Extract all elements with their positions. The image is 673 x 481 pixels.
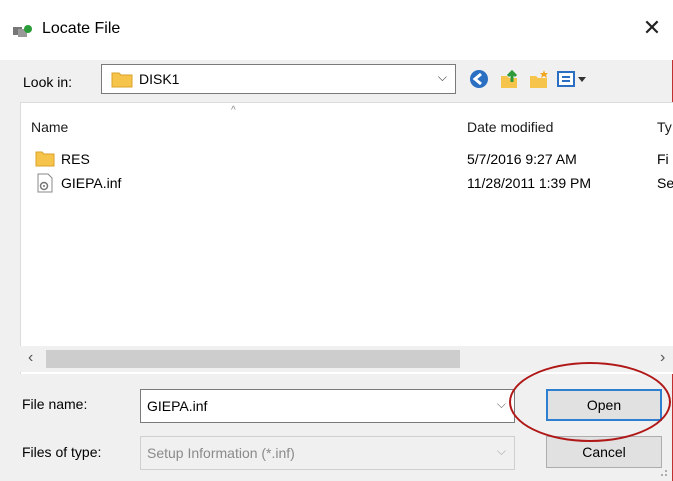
file-name-label: File name:	[22, 396, 88, 412]
new-folder-icon[interactable]	[528, 68, 550, 90]
file-name-cell: GIEPA.inf	[61, 175, 122, 191]
chevron-down-icon: ⌵	[437, 70, 447, 84]
back-icon[interactable]	[468, 68, 490, 90]
file-list[interactable]: ^ Name Date modified Ty RES 5/7/2016 9:2…	[20, 102, 673, 374]
column-header-date-modified[interactable]: Date modified	[467, 119, 553, 135]
file-name-value: GIEPA.inf	[147, 398, 208, 414]
view-menu-icon[interactable]	[556, 68, 588, 90]
file-type-cell: Se	[657, 175, 673, 191]
file-name-input[interactable]: GIEPA.inf ⌵	[140, 389, 515, 423]
open-button[interactable]: Open	[546, 389, 662, 421]
resize-grip-icon[interactable]	[658, 467, 668, 477]
window-title: Locate File	[42, 20, 121, 37]
horizontal-scrollbar[interactable]: ‹ ›	[20, 346, 673, 372]
look-in-label: Look in:	[23, 74, 73, 90]
up-folder-icon[interactable]	[498, 68, 520, 90]
file-type-label: Files of type:	[22, 444, 102, 460]
look-in-value: DISK1	[139, 71, 180, 87]
app-icon	[13, 25, 32, 37]
look-in-dropdown[interactable]: DISK1 ⌵	[101, 64, 456, 94]
title-bar: Locate File ✕	[0, 0, 673, 60]
file-date-cell: 11/28/2011 1:39 PM	[467, 175, 592, 191]
chevron-down-icon: ⌵	[496, 444, 506, 458]
locate-file-dialog: Locate File ✕ Look in: DISK1 ⌵ ^ Name Da…	[0, 0, 673, 481]
setup-file-icon	[37, 173, 53, 193]
file-type-value: Setup Information (*.inf)	[147, 445, 295, 461]
scroll-left-icon[interactable]: ‹	[28, 349, 33, 367]
file-name-cell: RES	[61, 151, 90, 167]
list-item[interactable]: GIEPA.inf 11/28/2011 1:39 PM Se	[21, 172, 673, 194]
file-date-cell: 5/7/2016 9:27 AM	[467, 151, 577, 167]
scroll-thumb[interactable]	[46, 350, 460, 368]
file-type-cell: Fi	[657, 151, 669, 167]
scroll-right-icon[interactable]: ›	[660, 349, 665, 367]
folder-icon	[35, 151, 55, 167]
sort-ascending-icon: ^	[231, 105, 236, 116]
file-type-select: Setup Information (*.inf) ⌵	[140, 436, 515, 470]
column-header-name[interactable]: Name	[31, 119, 68, 135]
folder-icon	[111, 72, 133, 88]
close-icon[interactable]: ✕	[637, 12, 667, 44]
cancel-button[interactable]: Cancel	[546, 436, 662, 468]
list-item[interactable]: RES 5/7/2016 9:27 AM Fi	[21, 148, 673, 170]
chevron-down-icon[interactable]: ⌵	[497, 397, 506, 412]
column-header-type[interactable]: Ty	[657, 119, 672, 135]
